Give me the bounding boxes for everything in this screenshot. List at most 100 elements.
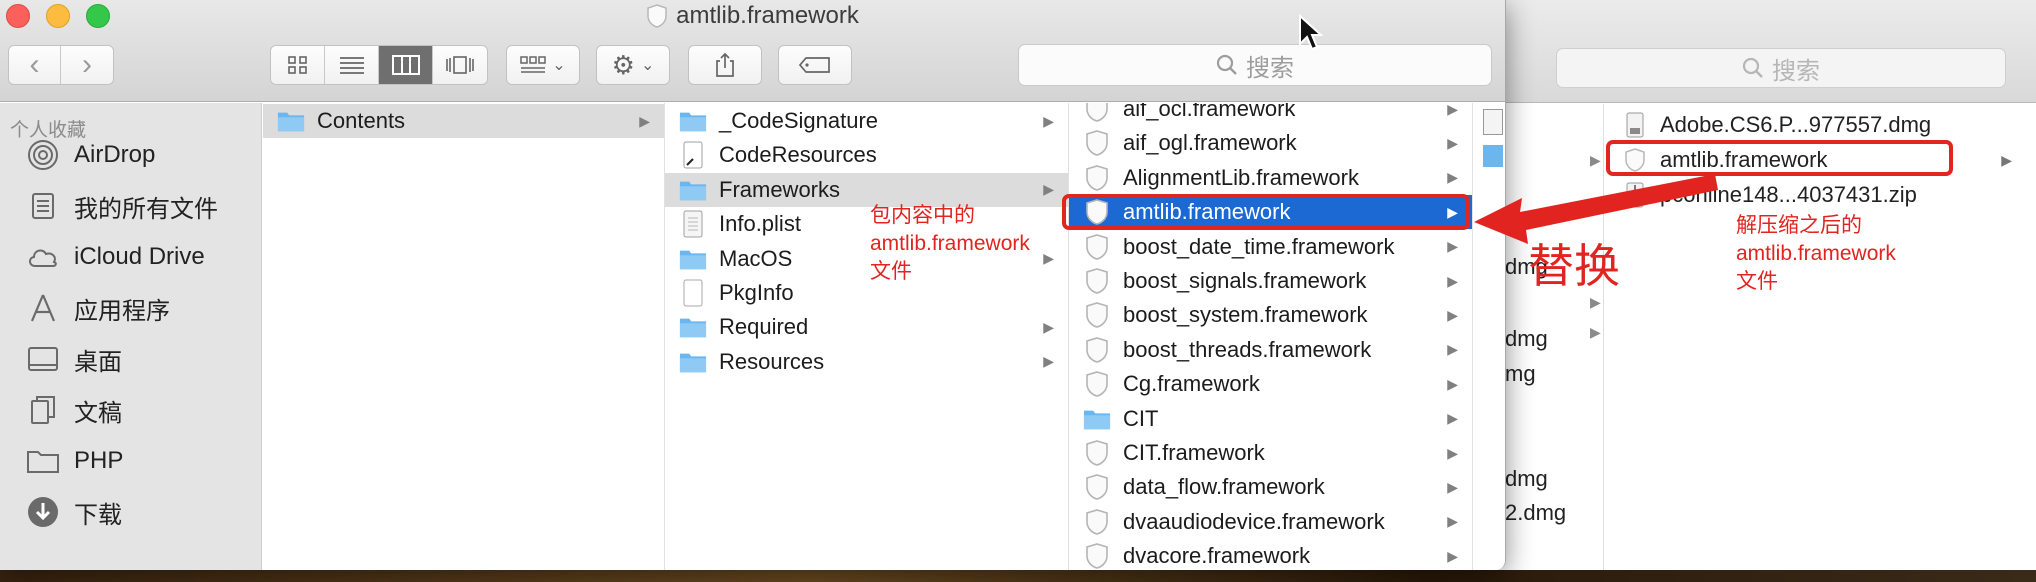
applications-icon	[26, 291, 60, 325]
disclosure-arrow-icon: ▶	[1447, 103, 1458, 117]
framework-shield-icon	[1083, 164, 1111, 192]
disclosure-arrow-icon: ▶	[1447, 513, 1458, 530]
finder-window: amtlib.framework ‹ › ⌄ ⚙ ⌄ 搜索 个人收藏 AirDr…	[0, 0, 1506, 570]
file-name: CodeResources	[719, 142, 877, 168]
back-search-placeholder: 搜索	[1772, 57, 1820, 85]
sidebar-item-php[interactable]: PHP	[0, 439, 262, 483]
download-icon	[26, 495, 60, 529]
file-name: Resources	[719, 348, 825, 374]
disclosure-arrow-icon: ▶	[1590, 294, 1601, 310]
file-row[interactable]: boost_system.framework ▶	[1069, 298, 1472, 332]
share-button[interactable]	[688, 45, 762, 85]
file-name: Required	[719, 314, 809, 340]
framework-shield-icon	[1083, 542, 1111, 570]
framework-shield-icon	[1083, 508, 1111, 536]
tags-button[interactable]	[778, 45, 852, 85]
search-placeholder: 搜索	[1246, 54, 1294, 82]
file-name: AlignmentLib.framework	[1123, 164, 1359, 190]
partial-file-name: 2.dmg	[1505, 500, 1567, 525]
file-row[interactable]: boost_threads.framework ▶	[1069, 333, 1472, 367]
back-search-field[interactable]: 搜索	[1556, 48, 2006, 88]
sidebar-item-label: 下载	[74, 501, 122, 529]
sidebar-item-icloud[interactable]: iCloud Drive	[0, 235, 262, 279]
disclosure-arrow-icon: ▶	[1447, 547, 1458, 564]
annotation-package-note: 包内容中的 amtlib.framework 文件	[870, 204, 1030, 283]
file-row[interactable]: _CodeSignature ▶	[665, 104, 1068, 138]
file-row[interactable]: CodeResources	[665, 138, 1068, 172]
annotation-extracted-note: 解压缩之后的 amtlib.framework 文件	[1736, 214, 1896, 293]
grid-icon	[287, 56, 307, 74]
partial-file-name: dmg	[1505, 466, 1548, 491]
back-button[interactable]: ‹	[9, 46, 61, 84]
plist-file-icon	[679, 210, 707, 238]
file-row[interactable]: CIT.framework ▶	[1069, 436, 1472, 470]
file-row[interactable]: CIT ▶	[1069, 402, 1472, 436]
list-view-button[interactable]	[325, 46, 379, 84]
disclosure-arrow-icon: ▶	[1447, 341, 1458, 358]
sidebar-item-applications[interactable]: 应用程序	[0, 286, 262, 330]
sidebar-item-downloads[interactable]: 下载	[0, 490, 262, 534]
file-row[interactable]: data_flow.framework ▶	[1069, 470, 1472, 504]
folder-icon	[679, 313, 707, 341]
icon-view-button[interactable]	[271, 46, 325, 84]
columns-icon	[391, 55, 420, 75]
file-row[interactable]: dvacore.framework ▶	[1069, 539, 1472, 570]
sidebar: 个人收藏 AirDrop 我的所有文件 iCloud Drive 应用程序 桌面…	[0, 103, 262, 570]
action-button[interactable]: ⚙ ⌄	[596, 45, 670, 85]
tag-icon	[798, 57, 830, 73]
disclosure-arrow-icon: ▶	[1043, 318, 1054, 335]
folder-icon	[679, 348, 707, 376]
arrange-button[interactable]: ⌄	[506, 45, 580, 85]
cover-flow-icon	[446, 56, 474, 74]
file-row[interactable]: Cg.framework ▶	[1069, 367, 1472, 401]
sidebar-item-documents[interactable]: 文稿	[0, 388, 262, 432]
file-name: boost_signals.framework	[1123, 268, 1367, 293]
partial-file-name: mg	[1505, 361, 1536, 386]
folder-icon	[277, 107, 305, 135]
file-row[interactable]: Required ▶	[665, 310, 1068, 344]
file-row[interactable]: aif_ocl.framework ▶	[1069, 103, 1472, 126]
file-row[interactable]: Contents ▶	[263, 104, 664, 138]
disclosure-arrow-icon: ▶	[1043, 112, 1054, 129]
framework-shield-icon	[1083, 370, 1111, 398]
column-view-button[interactable]	[379, 46, 433, 84]
disclosure-arrow-icon: ▶	[1447, 375, 1458, 392]
documents-icon	[26, 393, 60, 427]
document-icon	[679, 279, 707, 307]
file-row[interactable]: dvaaudiodevice.framework ▶	[1069, 505, 1472, 539]
sidebar-item-airdrop[interactable]: AirDrop	[0, 133, 262, 177]
disclosure-arrow-icon: ▶	[1043, 250, 1054, 267]
file-name: MacOS	[719, 245, 793, 271]
file-row[interactable]: aif_ogl.framework ▶	[1069, 126, 1472, 160]
cover-flow-button[interactable]	[433, 46, 487, 84]
partial-file-name: dmg	[1505, 326, 1548, 351]
framework-shield-icon	[1083, 103, 1111, 123]
list-icon	[339, 57, 364, 74]
file-name: boost_date_time.framework	[1123, 233, 1395, 259]
folder-icon	[679, 245, 707, 273]
file-row-dmg[interactable]: Adobe.CS6.P...977557.dmg	[1604, 108, 2036, 142]
arrange-icon	[520, 56, 547, 73]
file-row[interactable]: Resources ▶	[665, 345, 1068, 379]
disclosure-arrow-icon: ▶	[1447, 306, 1458, 323]
forward-button[interactable]: ›	[61, 46, 113, 84]
file-name: aif_ocl.framework	[1123, 103, 1296, 121]
file-row[interactable]: boost_signals.framework ▶	[1069, 264, 1472, 298]
file-row[interactable]: boost_date_time.framework ▶	[1069, 230, 1472, 264]
sidebar-item-desktop[interactable]: 桌面	[0, 337, 262, 381]
share-icon	[716, 52, 734, 77]
search-input[interactable]: 搜索	[1018, 44, 1492, 86]
airdrop-icon	[26, 138, 60, 172]
file-row[interactable]: AlignmentLib.framework ▶	[1069, 161, 1472, 195]
column-contents: Contents ▶	[263, 103, 665, 570]
title-toolbar: amtlib.framework ‹ › ⌄ ⚙ ⌄ 搜索	[0, 0, 1505, 102]
chevron-left-icon: ‹	[29, 48, 40, 81]
sidebar-item-label: 应用程序	[74, 297, 170, 325]
disclosure-arrow-icon: ▶	[639, 112, 650, 129]
sidebar-item-all-files[interactable]: 我的所有文件	[0, 184, 262, 228]
file-name: aif_ogl.framework	[1123, 130, 1297, 156]
mouse-pointer-icon	[1299, 14, 1324, 51]
cloud-icon	[26, 240, 60, 274]
column-package: _CodeSignature ▶ CodeResources Frameworks ▶ I…	[665, 103, 1069, 570]
file-name: Frameworks	[719, 176, 841, 202]
